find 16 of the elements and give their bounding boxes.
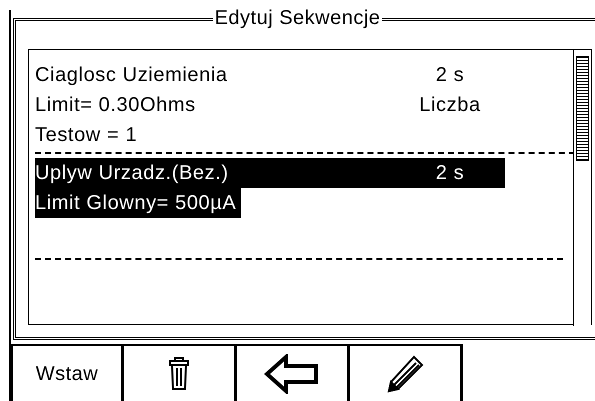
back-button[interactable] bbox=[237, 344, 350, 401]
sequence-value: 2 s bbox=[434, 161, 466, 186]
sequence-value: Liczba bbox=[418, 93, 482, 118]
pencil-icon bbox=[386, 354, 424, 392]
sequence-text: Limit Glowny= 500µA bbox=[35, 191, 236, 216]
trash-icon bbox=[169, 356, 189, 390]
scrollbar-thumb[interactable] bbox=[576, 56, 589, 161]
edit-button[interactable] bbox=[350, 344, 463, 401]
softkey-button[interactable]: Wstaw bbox=[11, 344, 124, 401]
sequence-text: Ciaglosc Uziemienia bbox=[35, 63, 228, 88]
sequence-text: Testow = 1 bbox=[35, 123, 138, 148]
sequence-text: Limit= 0.30Ohms bbox=[35, 93, 196, 118]
sequence-value: 2 s bbox=[434, 63, 466, 88]
delete-button[interactable] bbox=[124, 344, 237, 401]
left-arrow-icon bbox=[264, 354, 320, 394]
sequence-text: Uplyw Urzadz.(Bez.) bbox=[35, 161, 229, 186]
